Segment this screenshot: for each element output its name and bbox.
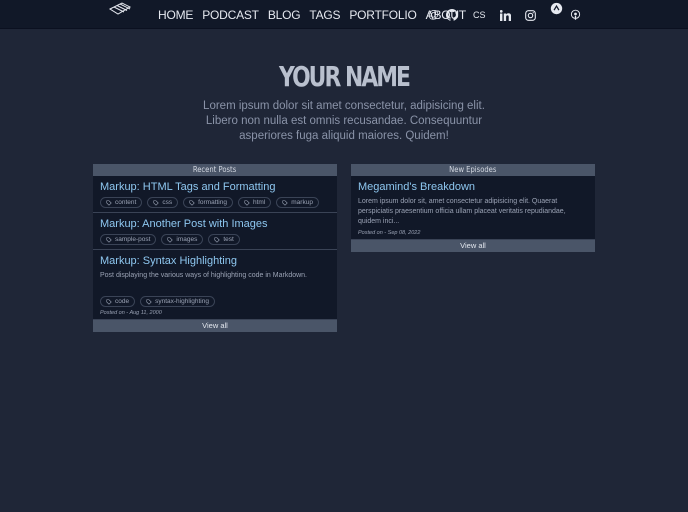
instagram-icon[interactable] <box>525 8 536 22</box>
tag-chip[interactable]: syntax-highlighting <box>140 296 215 307</box>
nav-podcast[interactable]: PODCAST <box>202 8 259 22</box>
post-item: Markup: Another Post with Images sample-… <box>93 213 337 250</box>
tag-chip[interactable]: test <box>208 234 240 245</box>
tag-chip[interactable]: images <box>161 234 204 245</box>
post-title-link[interactable]: Markup: HTML Tags and Formatting <box>100 180 330 194</box>
new-episodes-header: New Episodes <box>351 164 595 176</box>
episode-item: Megamind's Breakdown Lorem ipsum dolor s… <box>351 176 595 240</box>
nav-blog[interactable]: BLOG <box>268 8 301 22</box>
codesandbox-icon[interactable]: CS <box>473 8 486 22</box>
episode-description: Lorem ipsum dolor sit, amet consectetur … <box>358 198 566 225</box>
tag-chip[interactable]: content <box>100 197 143 208</box>
logo-icon[interactable] <box>108 1 132 17</box>
tag-chip[interactable]: formatting <box>183 197 233 208</box>
top-nav: HOME PODCAST BLOG TAGS PORTFOLIO ABOUT @… <box>0 0 688 29</box>
tag-chip[interactable]: markup <box>276 197 319 208</box>
tag-list: content css formatting html markup <box>100 197 330 208</box>
tag-chip[interactable]: html <box>237 197 272 208</box>
tag-chip[interactable]: css <box>147 197 179 208</box>
nav-tags[interactable]: TAGS <box>309 8 340 22</box>
tag-icon <box>244 199 250 206</box>
linkedin-icon[interactable] <box>500 8 511 22</box>
tag-icon <box>106 236 112 243</box>
post-item: Markup: Syntax Highlighting Post display… <box>93 250 337 320</box>
tag-chip[interactable]: sample-post <box>100 234 157 245</box>
view-all-episodes-button[interactable]: View all <box>351 240 595 252</box>
github-icon[interactable] <box>446 8 458 22</box>
recent-posts-header: Recent Posts <box>93 164 337 176</box>
tag-chip[interactable]: code <box>100 296 136 307</box>
tag-icon <box>106 298 112 305</box>
tag-icon <box>106 199 112 206</box>
episode-date: Posted on - Sep 08, 2022 <box>358 230 421 236</box>
post-title-link[interactable]: Markup: Another Post with Images <box>100 217 330 231</box>
view-all-posts-button[interactable]: View all <box>93 320 337 332</box>
tag-list: code syntax-highlighting <box>100 296 330 307</box>
post-description: Post displaying the various ways of high… <box>100 272 308 279</box>
post-date: Posted on - Aug 11, 2000 <box>100 310 162 316</box>
tag-icon <box>282 199 288 206</box>
at-icon[interactable]: @ <box>428 8 439 22</box>
tag-list: sample-post images test <box>100 234 330 245</box>
podcast-icon[interactable] <box>570 8 581 22</box>
new-episodes-panel: New Episodes Megamind's Breakdown Lorem … <box>351 164 595 252</box>
tag-icon <box>167 236 174 243</box>
page-title: YOUR NAME <box>278 60 411 93</box>
recent-posts-panel: Recent Posts Markup: HTML Tags and Forma… <box>93 164 337 332</box>
post-title-link[interactable]: Markup: Syntax Highlighting <box>100 254 330 268</box>
nav-portfolio[interactable]: PORTFOLIO <box>349 8 417 22</box>
tag-icon <box>189 199 195 206</box>
tag-icon <box>146 298 152 305</box>
nav-home[interactable]: HOME <box>158 8 193 22</box>
tag-icon <box>214 236 221 243</box>
tag-icon <box>153 199 160 206</box>
post-item: Markup: HTML Tags and Formatting content… <box>93 176 337 213</box>
discord-icon[interactable] <box>550 1 563 15</box>
episode-title-link[interactable]: Megamind's Breakdown <box>358 180 588 194</box>
hero-subtitle: Lorem ipsum dolor sit amet consectetur, … <box>203 100 485 142</box>
